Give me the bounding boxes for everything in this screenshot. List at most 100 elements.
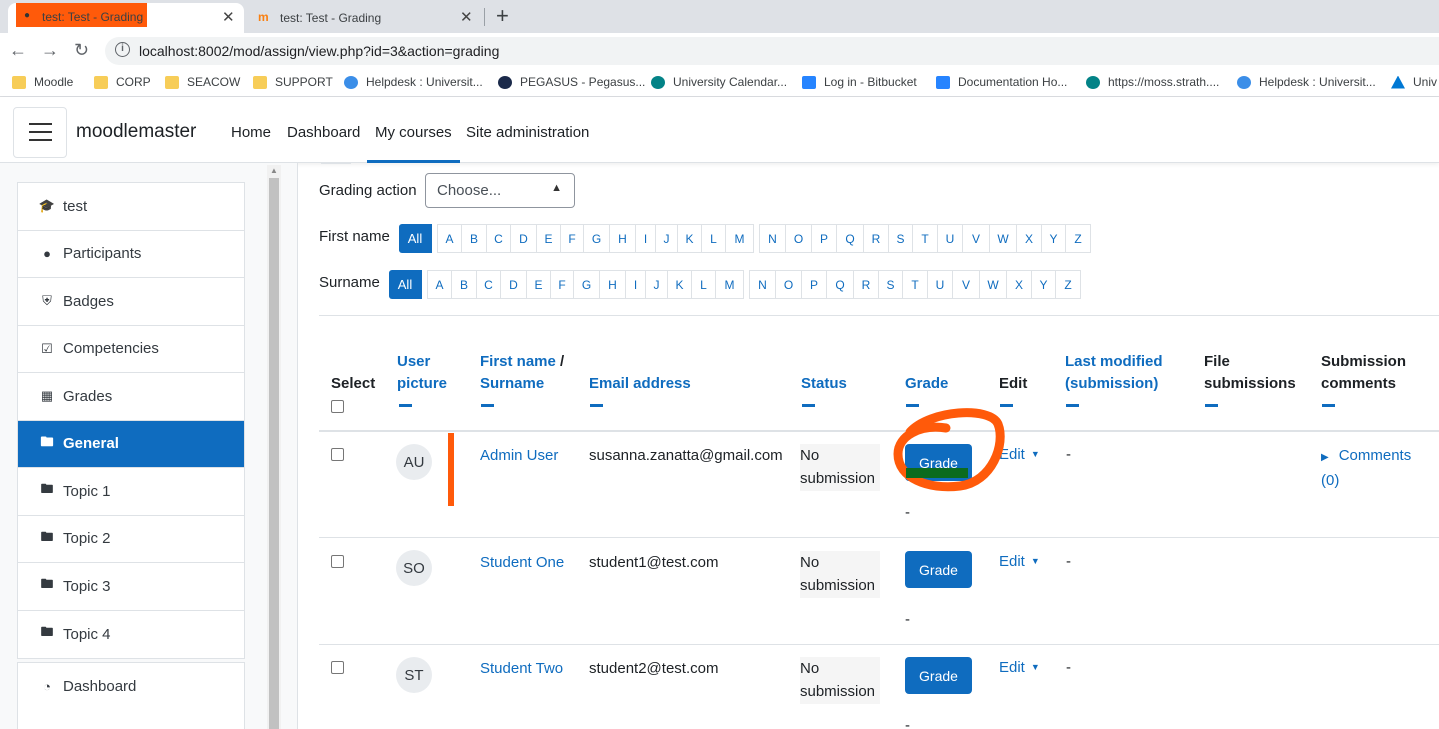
header-status[interactable]: Status <box>801 373 847 395</box>
initial-p-button[interactable]: P <box>802 270 827 299</box>
collapse-column-icon[interactable] <box>590 404 603 407</box>
initial-p-button[interactable]: P <box>812 224 837 253</box>
initial-n-button[interactable]: N <box>749 270 776 299</box>
reload-icon[interactable]: ↻ <box>74 40 89 61</box>
initial-a-button[interactable]: A <box>427 270 452 299</box>
close-tab-icon[interactable]: ✕ <box>222 8 235 26</box>
nav-dashboard[interactable]: Dashboard <box>287 124 360 141</box>
row-select-checkbox[interactable] <box>331 555 344 568</box>
initial-m-button[interactable]: M <box>716 270 744 299</box>
menu-toggle-button[interactable] <box>13 107 67 158</box>
initial-x-button[interactable]: X <box>1017 224 1042 253</box>
new-tab-icon[interactable]: + <box>496 3 509 29</box>
initial-t-button[interactable]: T <box>913 224 938 253</box>
initial-l-button[interactable]: L <box>692 270 716 299</box>
collapse-column-icon[interactable] <box>802 404 815 407</box>
initial-all-button[interactable]: All <box>389 270 422 299</box>
browser-tab[interactable]: m test: Test - Grading ✕ <box>246 3 482 33</box>
initial-z-button[interactable]: Z <box>1056 270 1081 299</box>
initial-t-button[interactable]: T <box>903 270 928 299</box>
back-icon[interactable]: ← <box>9 40 27 61</box>
browser-tab-active[interactable]: ● test: Test - Grading ✕ <box>8 3 244 33</box>
bookmark-pegasus[interactable]: PEGASUS - Pegasus... <box>498 75 645 89</box>
collapse-column-icon[interactable] <box>1322 404 1335 407</box>
initial-w-button[interactable]: W <box>980 270 1007 299</box>
row-select-checkbox[interactable] <box>331 661 344 674</box>
scroll-up-arrow-icon[interactable]: ▲ <box>270 166 278 175</box>
initial-l-button[interactable]: L <box>702 224 726 253</box>
initial-i-button[interactable]: I <box>626 270 646 299</box>
initial-f-button[interactable]: F <box>561 224 584 253</box>
sidebar-item-topic-3[interactable]: 🖿 Topic 3 <box>18 563 244 611</box>
sidebar-item-competencies[interactable]: ☑ Competencies <box>18 326 244 373</box>
initial-g-button[interactable]: G <box>584 224 610 253</box>
site-brand[interactable]: moodlemaster <box>76 121 196 143</box>
sidebar-item-topic-2[interactable]: 🖿 Topic 2 <box>18 516 244 563</box>
bookmark-support[interactable]: SUPPORT <box>253 75 333 89</box>
initial-j-button[interactable]: J <box>656 224 678 253</box>
initial-d-button[interactable]: D <box>501 270 527 299</box>
initial-all-button[interactable]: All <box>399 224 432 253</box>
initial-e-button[interactable]: E <box>527 270 551 299</box>
forward-icon[interactable]: → <box>41 40 59 61</box>
site-info-icon[interactable]: i <box>115 42 130 57</box>
initial-r-button[interactable]: R <box>864 224 889 253</box>
initial-q-button[interactable]: Q <box>827 270 854 299</box>
bookmark-helpdesk-2[interactable]: Helpdesk : Universit... <box>1237 75 1376 89</box>
initial-e-button[interactable]: E <box>537 224 561 253</box>
bookmark-corp[interactable]: CORP <box>94 75 151 89</box>
initial-r-button[interactable]: R <box>854 270 879 299</box>
initial-y-button[interactable]: Y <box>1042 224 1066 253</box>
select-all-checkbox[interactable] <box>331 400 344 413</box>
header-user-picture[interactable]: User picture <box>397 351 447 395</box>
initial-x-button[interactable]: X <box>1007 270 1032 299</box>
collapse-column-icon[interactable] <box>399 404 412 407</box>
collapse-column-icon[interactable] <box>481 404 494 407</box>
bookmark-bitbucket[interactable]: Log in - Bitbucket <box>802 75 917 89</box>
initial-j-button[interactable]: J <box>646 270 668 299</box>
initial-q-button[interactable]: Q <box>837 224 864 253</box>
initial-c-button[interactable]: C <box>477 270 501 299</box>
edit-menu[interactable]: Edit ▼ <box>999 659 1040 676</box>
grade-button[interactable]: Grade <box>905 551 972 588</box>
sort-surname-link[interactable]: Surname <box>480 375 544 392</box>
bookmark-moss[interactable]: https://moss.strath.... <box>1086 75 1219 89</box>
sidebar-item-general[interactable]: 🖿 General <box>18 420 244 468</box>
initial-v-button[interactable]: V <box>963 224 990 253</box>
initial-h-button[interactable]: H <box>600 270 626 299</box>
initial-w-button[interactable]: W <box>990 224 1017 253</box>
initial-h-button[interactable]: H <box>610 224 636 253</box>
collapse-column-icon[interactable] <box>1066 404 1079 407</box>
grading-action-select[interactable]: Choose... ▲ <box>425 173 575 208</box>
nav-site-administration[interactable]: Site administration <box>466 124 589 141</box>
sidebar-item-badges[interactable]: ⛨ Badges <box>18 278 244 326</box>
grade-button[interactable]: Grade <box>905 657 972 694</box>
initial-s-button[interactable]: S <box>889 224 913 253</box>
initial-k-button[interactable]: K <box>668 270 692 299</box>
initial-c-button[interactable]: C <box>487 224 511 253</box>
bookmark-documentation[interactable]: Documentation Ho... <box>936 75 1067 89</box>
initial-k-button[interactable]: K <box>678 224 702 253</box>
header-last-modified[interactable]: Last modified (submission) <box>1065 351 1163 395</box>
sidebar-item-topic-4[interactable]: 🖿 Topic 4 <box>18 611 244 659</box>
initial-m-button[interactable]: M <box>726 224 754 253</box>
sidebar-scrollbar-thumb[interactable] <box>269 178 279 729</box>
header-email[interactable]: Email address <box>589 373 691 395</box>
initial-z-button[interactable]: Z <box>1066 224 1091 253</box>
initial-u-button[interactable]: U <box>928 270 953 299</box>
sidebar-item-participants[interactable]: ● Participants <box>18 231 244 278</box>
initial-u-button[interactable]: U <box>938 224 963 253</box>
initial-v-button[interactable]: V <box>953 270 980 299</box>
initial-o-button[interactable]: O <box>776 270 802 299</box>
edit-menu[interactable]: Edit ▼ <box>999 553 1040 570</box>
initial-y-button[interactable]: Y <box>1032 270 1056 299</box>
initial-f-button[interactable]: F <box>551 270 574 299</box>
sidebar-item-grades[interactable]: ▦ Grades <box>18 373 244 421</box>
initial-n-button[interactable]: N <box>759 224 786 253</box>
initial-o-button[interactable]: O <box>786 224 812 253</box>
bookmark-helpdesk[interactable]: Helpdesk : Universit... <box>344 75 483 89</box>
initial-b-button[interactable]: B <box>462 224 487 253</box>
sidebar-item-topic-1[interactable]: 🖿 Topic 1 <box>18 468 244 516</box>
comments-toggle[interactable]: ▶ Comments (0) <box>1321 444 1411 492</box>
header-grade[interactable]: Grade <box>905 373 948 395</box>
